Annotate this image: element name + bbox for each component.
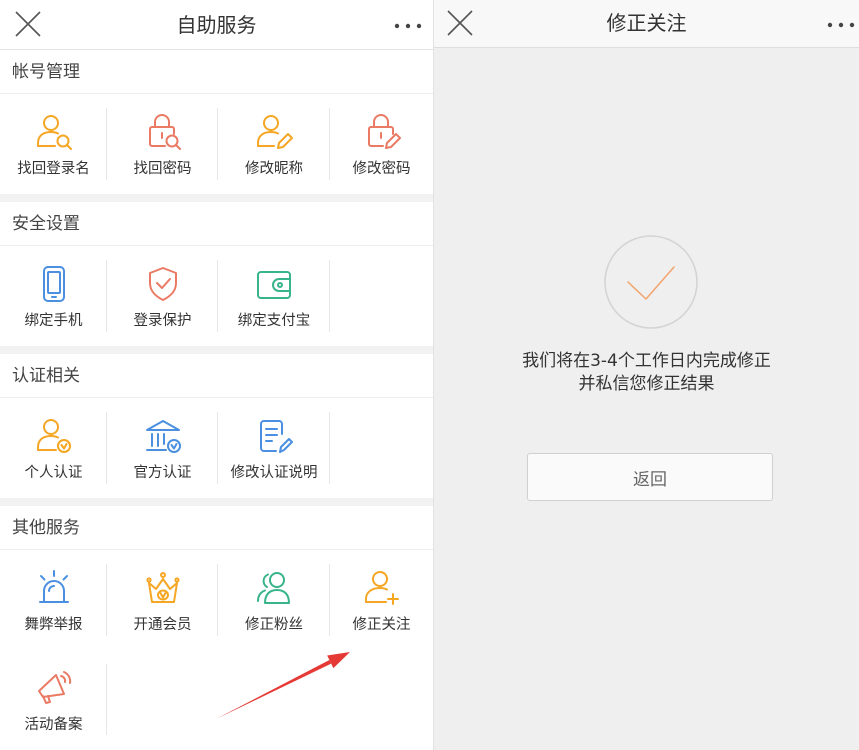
result-message: 我们将在3-4个工作日内完成修正 并私信您修正结果 — [434, 350, 859, 396]
service-item-open-membership[interactable]: 开通会员 — [107, 550, 218, 650]
section-divider — [0, 346, 433, 354]
back-button[interactable]: 返回 — [527, 453, 773, 501]
follow-correction-panel: 修正关注 我们将在3-4个工作日内完成修正 并私信您修正结果 返回 — [433, 0, 859, 750]
section-title: 安全设置 — [0, 202, 433, 246]
section-title: 其他服务 — [0, 506, 433, 550]
siren-icon — [34, 568, 74, 608]
header: 修正关注 — [434, 0, 859, 48]
section-title: 帐号管理 — [0, 50, 433, 94]
service-item-label: 官方认证 — [133, 465, 192, 481]
service-item-label: 活动备案 — [24, 717, 83, 733]
service-item-bind-alipay[interactable]: 绑定支付宝 — [218, 246, 330, 346]
section-verification: 认证相关 个人认证 官方认证 修改认证说明 — [0, 354, 433, 498]
service-item-edit-password[interactable]: 修改密码 — [330, 94, 433, 194]
document-edit-icon — [254, 416, 294, 456]
service-item-label: 个人认证 — [24, 465, 83, 481]
users-icon — [254, 568, 294, 608]
user-add-icon — [362, 568, 402, 608]
lock-search-icon — [143, 112, 183, 152]
service-grid: 绑定手机 登录保护 绑定支付宝 — [0, 246, 433, 346]
service-item-label: 修改认证说明 — [230, 465, 318, 481]
service-item-label: 找回登录名 — [17, 161, 90, 177]
header: 自助服务 — [0, 0, 433, 50]
shield-check-icon — [143, 264, 183, 304]
service-item-label: 修正粉丝 — [245, 617, 303, 633]
service-item-personal-verification[interactable]: 个人认证 — [0, 398, 107, 498]
service-item-report-fraud[interactable]: 舞弊举报 — [0, 550, 107, 650]
service-item-label: 修改密码 — [352, 161, 411, 177]
service-item-login-protection[interactable]: 登录保护 — [107, 246, 218, 346]
section-security-settings: 安全设置 绑定手机 登录保护 绑定支付宝 — [0, 202, 433, 346]
section-divider — [0, 498, 433, 506]
megaphone-icon — [34, 668, 74, 708]
page-title: 修正关注 — [606, 11, 687, 35]
service-item-recover-username[interactable]: 找回登录名 — [0, 94, 107, 194]
service-item-label: 修正关注 — [352, 617, 411, 633]
service-item-activity-filing[interactable]: 活动备案 — [0, 650, 107, 749]
user-search-icon — [34, 112, 74, 152]
service-item-correct-followers[interactable]: 修正粉丝 — [218, 550, 330, 650]
more-icon[interactable] — [394, 17, 422, 29]
service-grid: 舞弊举报 开通会员 修正粉丝 修正关注 — [0, 550, 433, 650]
crown-icon — [143, 568, 183, 608]
service-item-label: 绑定支付宝 — [237, 313, 311, 329]
more-icon[interactable] — [827, 16, 855, 28]
service-grid: 活动备案 — [0, 650, 433, 749]
result-message-line: 并私信您修正结果 — [578, 374, 715, 394]
service-item-label: 找回密码 — [133, 161, 192, 177]
page-title: 自助服务 — [176, 13, 257, 37]
section-title: 认证相关 — [0, 354, 433, 398]
section-divider — [0, 194, 433, 202]
service-item-official-verification[interactable]: 官方认证 — [107, 398, 218, 498]
service-grid: 找回登录名 找回密码 修改昵称 修改密码 — [0, 94, 433, 194]
user-verified-icon — [34, 416, 74, 456]
service-item-edit-nickname[interactable]: 修改昵称 — [218, 94, 330, 194]
check-circle-icon — [601, 232, 701, 332]
service-item-label: 开通会员 — [133, 617, 192, 633]
service-item-label: 修改昵称 — [245, 161, 303, 177]
service-item-label: 舞弊举报 — [24, 617, 83, 633]
bank-verified-icon — [143, 416, 183, 456]
self-service-panel: 自助服务 帐号管理 找回登录名 找回密码 修改昵称 修改密码 安全设置 绑定手机… — [0, 0, 433, 750]
service-item-label: 登录保护 — [133, 313, 192, 329]
service-item-label: 绑定手机 — [24, 313, 83, 329]
wallet-icon — [254, 264, 294, 304]
result-message-line: 我们将在3-4个工作日内完成修正 — [522, 351, 771, 371]
lock-edit-icon — [362, 112, 402, 152]
user-edit-icon — [254, 112, 294, 152]
service-item-correct-following[interactable]: 修正关注 — [330, 550, 433, 650]
section-account-management: 帐号管理 找回登录名 找回密码 修改昵称 修改密码 — [0, 50, 433, 194]
section-other-services: 其他服务 舞弊举报 开通会员 修正粉丝 修正关注 活动备案 — [0, 506, 433, 749]
phone-icon — [34, 264, 74, 304]
service-grid: 个人认证 官方认证 修改认证说明 — [0, 398, 433, 498]
service-item-recover-password[interactable]: 找回密码 — [107, 94, 218, 194]
service-item-bind-phone[interactable]: 绑定手机 — [0, 246, 107, 346]
service-item-edit-verification-description[interactable]: 修改认证说明 — [218, 398, 330, 498]
